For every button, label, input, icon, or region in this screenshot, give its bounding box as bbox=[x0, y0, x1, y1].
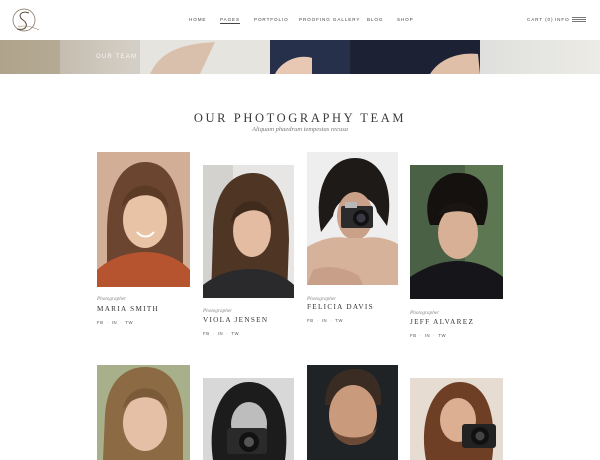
member-photo-felicia-davis[interactable] bbox=[307, 152, 398, 285]
menu-icon[interactable] bbox=[572, 17, 586, 23]
member-social-links: FB · IN · TW bbox=[97, 320, 134, 325]
nav-portfolio[interactable]: PORTFOLIO bbox=[254, 17, 289, 22]
member-name[interactable]: VIOLA JENSEN bbox=[203, 316, 268, 324]
portrait-image bbox=[203, 165, 294, 298]
member-social-links: FB · IN · TW bbox=[203, 331, 240, 336]
portrait-image bbox=[410, 165, 503, 299]
twitter-link[interactable]: TW bbox=[438, 333, 446, 338]
portrait-image bbox=[203, 378, 294, 460]
member-role: Photographer bbox=[97, 296, 127, 302]
member-role: Photographer bbox=[410, 310, 440, 316]
member-photo-row2-1[interactable] bbox=[97, 365, 190, 460]
main-nav: HOME PAGES PORTFOLIO PROOFING GALLERY BL… bbox=[0, 17, 600, 27]
member-photo-row2-3[interactable] bbox=[307, 365, 398, 460]
facebook-link[interactable]: FB bbox=[307, 318, 314, 323]
facebook-link[interactable]: FB bbox=[410, 333, 417, 338]
member-role: Photographer bbox=[203, 308, 233, 314]
member-photo-maria-smith[interactable] bbox=[97, 152, 190, 287]
info-link[interactable]: INFO bbox=[555, 17, 570, 22]
nav-shop[interactable]: SHOP bbox=[397, 17, 414, 22]
facebook-link[interactable]: FB bbox=[97, 320, 104, 325]
cart-link[interactable]: CART (0) bbox=[527, 17, 553, 22]
hero-banner: OUR TEAM bbox=[0, 40, 600, 74]
member-social-links: FB · IN · TW bbox=[410, 333, 447, 338]
member-role: Photographer bbox=[307, 296, 337, 302]
nav-blog[interactable]: BLOG bbox=[367, 17, 383, 22]
member-name[interactable]: FELICIA DAVIS bbox=[307, 303, 374, 311]
member-photo-row2-4[interactable] bbox=[410, 378, 503, 460]
nav-home[interactable]: HOME bbox=[189, 17, 206, 22]
member-photo-row2-2[interactable] bbox=[203, 378, 294, 460]
nav-proofing-gallery[interactable]: PROOFING GALLERY bbox=[299, 17, 360, 22]
member-photo-jeff-alvarez[interactable] bbox=[410, 165, 503, 299]
page-subtitle: Aliquam phaedrum tempestas recusa bbox=[252, 126, 348, 133]
site-header: HOME PAGES PORTFOLIO PROOFING GALLERY BL… bbox=[0, 0, 600, 40]
hero-title: OUR TEAM bbox=[96, 54, 138, 60]
hero-image bbox=[0, 40, 600, 74]
twitter-link[interactable]: TW bbox=[125, 320, 133, 325]
facebook-link[interactable]: FB bbox=[203, 331, 210, 336]
twitter-link[interactable]: TW bbox=[335, 318, 343, 323]
portrait-image bbox=[307, 365, 398, 460]
portrait-image bbox=[97, 152, 190, 287]
page-title: OUR PHOTOGRAPHY TEAM bbox=[193, 111, 407, 125]
portrait-image bbox=[97, 365, 190, 460]
member-name[interactable]: JEFF ALVAREZ bbox=[410, 318, 474, 326]
member-photo-viola-jensen[interactable] bbox=[203, 165, 294, 298]
portrait-image bbox=[410, 378, 503, 460]
nav-pages[interactable]: PAGES bbox=[220, 17, 240, 24]
twitter-link[interactable]: TW bbox=[231, 331, 239, 336]
portrait-image bbox=[307, 152, 398, 285]
member-name[interactable]: MARIA SMITH bbox=[97, 305, 159, 313]
member-social-links: FB · IN · TW bbox=[307, 318, 344, 323]
